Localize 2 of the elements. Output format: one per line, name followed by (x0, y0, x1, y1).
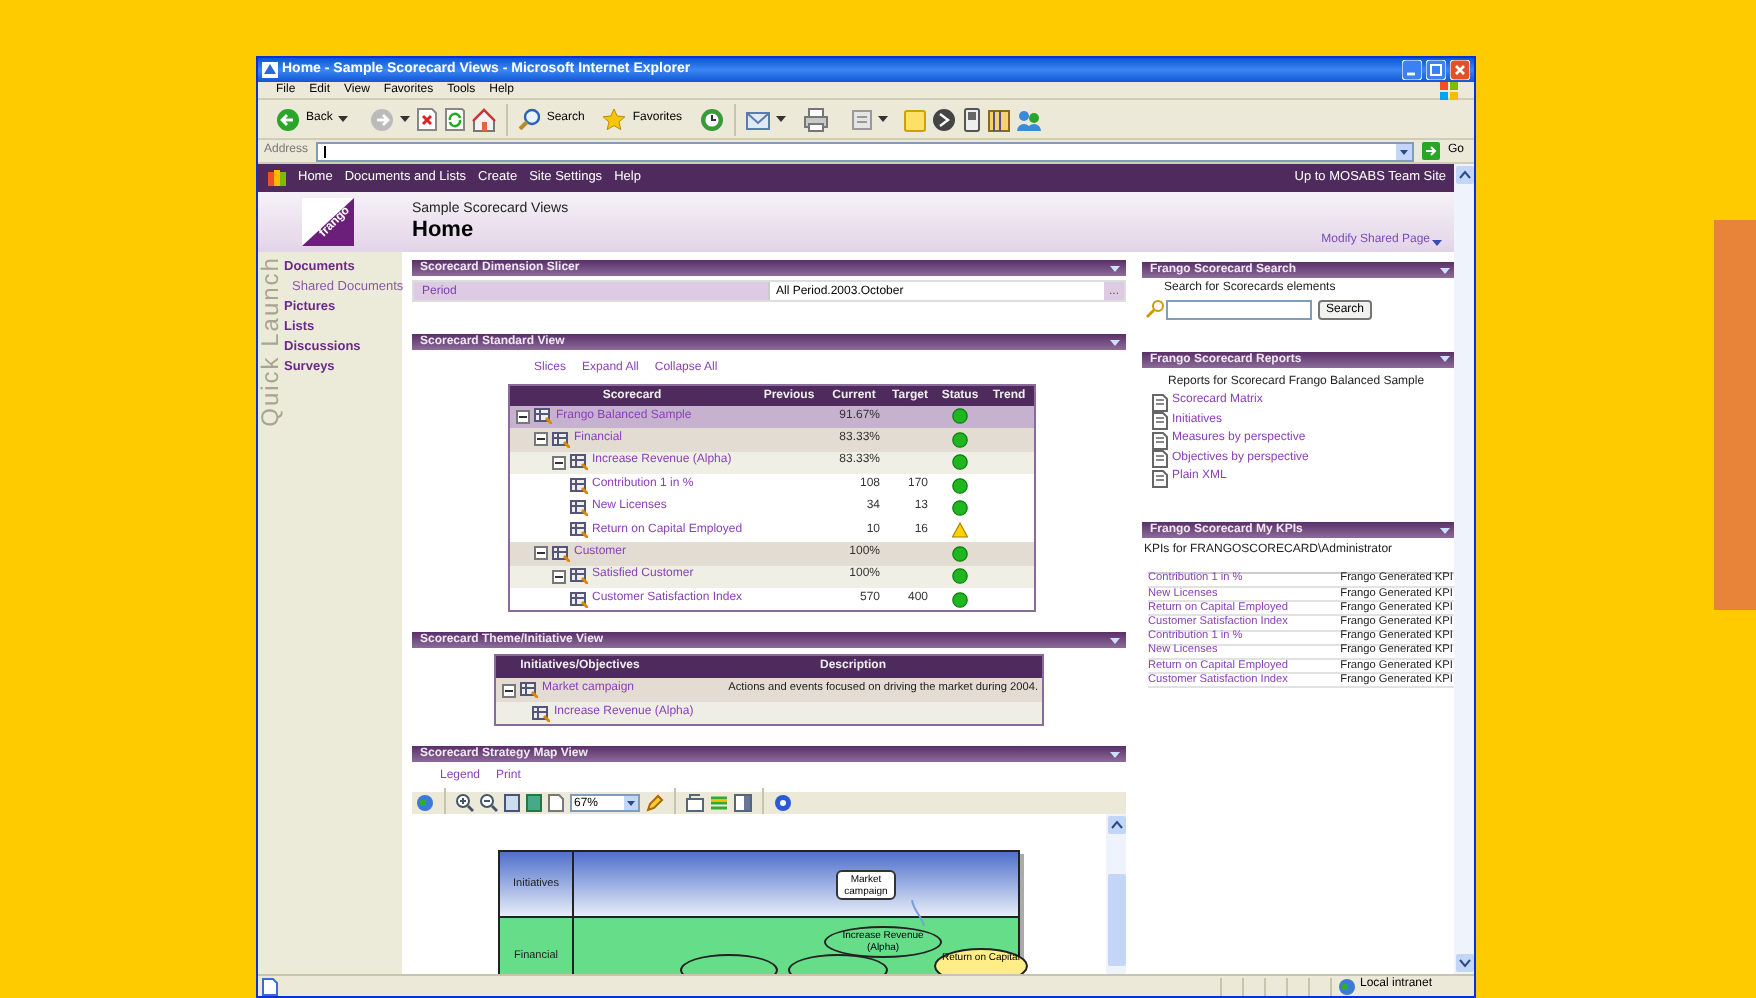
quick-launch-label: Quick Launch (258, 256, 284, 427)
page-title: Home (412, 218, 476, 242)
